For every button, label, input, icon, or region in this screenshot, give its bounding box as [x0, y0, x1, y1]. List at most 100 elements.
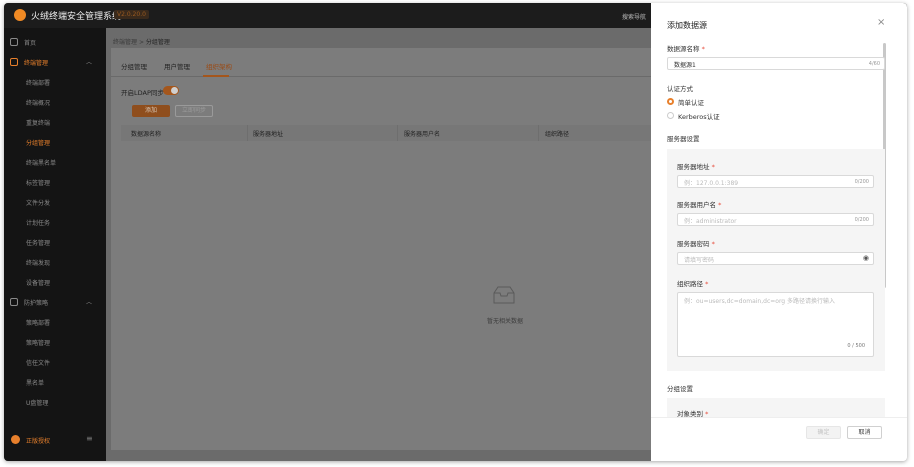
- tab-divider: [111, 76, 651, 77]
- group-settings-panel: 对象类别 *: [667, 398, 885, 418]
- eye-icon[interactable]: ◉: [863, 254, 869, 262]
- sync-now-button[interactable]: 立即同步: [175, 105, 213, 117]
- server-username-placeholder: 例：administrator: [684, 218, 737, 225]
- required-mark: *: [705, 280, 709, 288]
- sidebar-item-label: 终端管理: [24, 60, 49, 67]
- server-password-label-text: 服务器密码: [677, 240, 710, 248]
- license-link[interactable]: 正版授权: [26, 436, 50, 445]
- sidebar-item-home[interactable]: 首页: [4, 34, 106, 52]
- menu-collapse-icon[interactable]: ≡: [86, 434, 93, 443]
- table-header: 数据源名称 服务器地址 服务器用户名 组织路径: [121, 125, 651, 141]
- sidebar-item-trusted-files[interactable]: 信任文件: [4, 354, 106, 372]
- datasource-name-input[interactable]: 数据源1 4/60: [667, 57, 885, 70]
- add-button[interactable]: 添加: [132, 105, 170, 117]
- empty-box-icon: [493, 286, 515, 304]
- radio-simple-auth[interactable]: [667, 98, 674, 105]
- license-shield-icon: [11, 435, 20, 444]
- simple-auth-label[interactable]: 简单认证: [678, 97, 704, 107]
- sidebar-item-policy-management[interactable]: 策略管理: [4, 334, 106, 352]
- sidebar-item-group-management[interactable]: 分组管理: [4, 134, 106, 152]
- cancel-button[interactable]: 取消: [847, 426, 882, 439]
- drawer-title: 添加数据源: [667, 21, 707, 30]
- server-settings-panel: 服务器地址 * 例：127.0.0.1:389 0/200 服务器用户名 * 例…: [667, 149, 885, 371]
- auth-method-label: 认证方式: [667, 85, 693, 93]
- datasource-name-value: 数据源1: [674, 62, 696, 69]
- sidebar-item-label: 终端黑名单: [26, 160, 57, 167]
- sidebar-item-label: 策略部署: [26, 320, 51, 327]
- sidebar-item-label: 首页: [24, 40, 37, 47]
- sidebar-item-label: 终端概况: [26, 100, 51, 107]
- tab-org-structure[interactable]: 组织架构: [206, 61, 232, 71]
- server-address-input[interactable]: 例：127.0.0.1:389 0/200: [677, 175, 874, 188]
- close-icon[interactable]: ×: [877, 17, 885, 28]
- sidebar-item-terminal-discovery[interactable]: 终端发现: [4, 254, 106, 272]
- breadcrumb-parent[interactable]: 终端管理: [113, 39, 137, 46]
- char-counter: 4/60: [868, 61, 880, 67]
- sidebar-item-duplicate-terminal[interactable]: 重复终端: [4, 114, 106, 132]
- huorong-logo-icon: [14, 9, 26, 21]
- terminal-icon: [10, 58, 18, 66]
- sidebar-item-scheduled-tasks[interactable]: 计划任务: [4, 214, 106, 232]
- sidebar-group-protection-policy[interactable]: 防护策略 ︿: [4, 294, 106, 312]
- sidebar-item-blacklist[interactable]: 黑名单: [4, 374, 106, 392]
- sidebar-item-policy-deploy[interactable]: 策略部署: [4, 314, 106, 332]
- content-card: 分组管理 用户管理 组织架构 开启LDAP同步 添加 立即同步 数据源名称 服务…: [111, 48, 651, 450]
- sidebar-item-label: 任务管理: [26, 240, 51, 247]
- column-header: 组织路径: [545, 131, 570, 138]
- sidebar-item-label: 分组管理: [26, 140, 51, 147]
- group-settings-title: 分组设置: [667, 385, 693, 393]
- sidebar-item-label: 终端发现: [26, 260, 51, 267]
- sidebar-item-device-management[interactable]: 设备管理: [4, 274, 106, 292]
- char-counter: 0/200: [854, 217, 869, 223]
- required-mark: *: [711, 240, 715, 248]
- chevron-up-icon: ︿: [86, 299, 93, 306]
- sidebar-footer: 正版授权 ≡: [4, 430, 106, 452]
- org-path-placeholder: 例：ou=users,dc=domain,dc=org 多路径请换行输入: [684, 298, 836, 305]
- server-password-input[interactable]: 请填写密码 ◉: [677, 252, 874, 265]
- required-mark: *: [718, 201, 722, 209]
- ldap-sync-toggle[interactable]: [163, 86, 179, 95]
- sidebar-item-tag-management[interactable]: 标签管理: [4, 174, 106, 192]
- breadcrumb-separator: >: [138, 39, 144, 46]
- sidebar-item-label: 重复终端: [26, 120, 51, 127]
- sidebar-item-label: 文件分发: [26, 200, 51, 207]
- sidebar-item-terminal-overview[interactable]: 终端概况: [4, 94, 106, 112]
- column-divider: [247, 125, 248, 141]
- server-address-placeholder: 例：127.0.0.1:389: [684, 180, 739, 187]
- server-address-label-text: 服务器地址: [677, 163, 710, 171]
- tab-group-management[interactable]: 分组管理: [121, 61, 147, 71]
- sidebar-item-terminal-deploy[interactable]: 终端部署: [4, 74, 106, 92]
- top-search-link[interactable]: 搜索导航: [622, 12, 652, 21]
- sidebar-item-usb-management[interactable]: U盘管理: [4, 394, 106, 412]
- tab-user-management[interactable]: 用户管理: [164, 61, 190, 71]
- sidebar-item-terminal-blacklist[interactable]: 终端黑名单: [4, 154, 106, 172]
- sidebar-item-task-management[interactable]: 任务管理: [4, 234, 106, 252]
- required-mark: *: [711, 163, 715, 171]
- policy-icon: [10, 298, 18, 306]
- sidebar-item-label: 防护策略: [24, 300, 49, 307]
- sidebar-item-label: U盘管理: [26, 400, 49, 407]
- version-badge: V2.0.20.0: [114, 10, 149, 19]
- sidebar-item-label: 计划任务: [26, 220, 51, 227]
- ldap-sync-label: 开启LDAP同步: [121, 89, 164, 97]
- sidebar-item-label: 终端部署: [26, 80, 51, 87]
- server-username-label: 服务器用户名 *: [677, 199, 721, 209]
- radio-kerberos-auth[interactable]: [667, 112, 674, 119]
- char-counter: 0 / 500: [847, 343, 865, 349]
- server-username-input[interactable]: 例：administrator 0/200: [677, 213, 874, 226]
- confirm-button[interactable]: 确定: [806, 426, 841, 439]
- column-header: 服务器用户名: [404, 131, 441, 138]
- sidebar-group-terminal-management[interactable]: 终端管理 ︿: [4, 54, 106, 72]
- server-username-label-text: 服务器用户名: [677, 201, 716, 209]
- sidebar-item-file-distribution[interactable]: 文件分发: [4, 194, 106, 212]
- app-title: 火绒终端安全管理系统: [31, 12, 122, 22]
- org-path-textarea[interactable]: 例：ou=users,dc=domain,dc=org 多路径请换行输入 0 /…: [677, 292, 874, 357]
- kerberos-auth-label[interactable]: Kerberos认证: [678, 111, 720, 121]
- drawer-footer: 确定 取消: [651, 417, 907, 461]
- column-divider: [397, 125, 398, 141]
- home-icon: [10, 38, 18, 46]
- char-counter: 0/200: [854, 179, 869, 185]
- datasource-name-label: 数据源名称 *: [667, 43, 705, 53]
- sidebar-item-label: 策略管理: [26, 340, 51, 347]
- toggle-knob: [171, 87, 178, 94]
